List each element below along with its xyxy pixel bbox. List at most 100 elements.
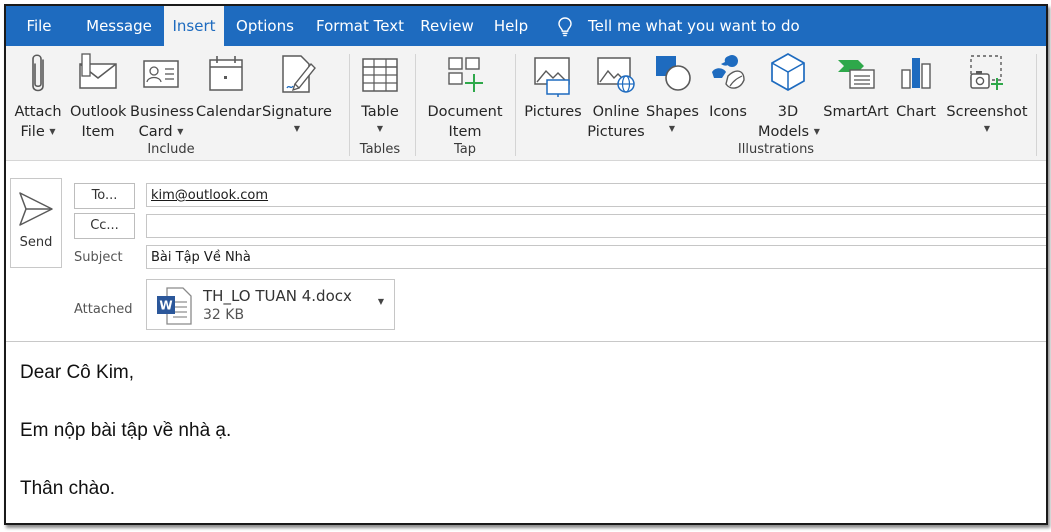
group-separator: [349, 54, 350, 156]
shapes-button[interactable]: Shapes ▼: [646, 50, 699, 140]
to-button[interactable]: To...: [74, 183, 135, 209]
3d-models-label-1: 3D: [777, 104, 799, 120]
group-label-tables: Tables: [359, 142, 401, 157]
chevron-down-icon: ▼: [983, 124, 991, 133]
smartart-label: SmartArt: [823, 104, 889, 120]
document-item-label-1: Document: [427, 104, 503, 120]
shapes-icon: [656, 56, 691, 91]
group-label-include: Include: [147, 142, 195, 157]
business-card-icon: [143, 60, 179, 88]
cube-icon: [771, 53, 805, 91]
business-card-button[interactable]: Business Card ▼: [130, 50, 194, 140]
signature-button[interactable]: Signature ▼: [262, 50, 332, 140]
tab-help[interactable]: Help: [486, 6, 536, 46]
smartart-button[interactable]: SmartArt: [822, 50, 890, 140]
signature-label: Signature: [262, 104, 332, 120]
bar-chart-icon: [901, 58, 931, 89]
word-letter: W: [159, 299, 172, 313]
chart-button[interactable]: Chart: [892, 50, 940, 140]
attachment-size: 32 KB: [203, 307, 245, 323]
signature-pen-icon: [282, 55, 316, 93]
cc-button[interactable]: Cc...: [74, 213, 135, 239]
body-greeting: Dear Cô Kim,: [20, 362, 135, 383]
tab-options[interactable]: Options: [228, 6, 302, 46]
chevron-down-icon: ▼: [177, 127, 184, 136]
picture-icon: [534, 57, 570, 97]
icons-button[interactable]: Icons: [702, 50, 754, 140]
business-card-label-1: Business: [130, 104, 194, 120]
chevron-down-icon: ▼: [49, 127, 56, 136]
outlook-item-button[interactable]: Outlook Item: [70, 50, 126, 140]
online-pictures-label-2: Pictures: [587, 124, 645, 140]
group-separator: [415, 54, 416, 156]
compose-header: Send To... kim@outlook.com Cc... Subject…: [6, 161, 1046, 341]
group-label-tap: Tap: [453, 142, 476, 157]
calendar-label: Calendar: [196, 104, 262, 120]
paperclip-icon: [32, 54, 44, 92]
outlook-item-label-2: Item: [81, 124, 115, 140]
subject-field[interactable]: Bài Tập Về Nhà: [146, 245, 1046, 269]
smartart-icon: [838, 60, 875, 89]
chevron-down-icon: ▼: [813, 127, 820, 136]
chevron-down-icon: ▼: [376, 124, 384, 133]
screenshot-button[interactable]: Screenshot ▼: [944, 50, 1030, 140]
online-pictures-label-1: Online: [592, 104, 640, 120]
attach-file-button[interactable]: Attach File ▼: [12, 50, 64, 140]
business-card-label-2: Card: [138, 124, 173, 140]
send-button[interactable]: Send: [10, 178, 62, 268]
table-grid-icon: [362, 58, 398, 92]
subject-label: Subject: [74, 250, 123, 265]
tab-file[interactable]: File: [14, 6, 64, 46]
pictures-button[interactable]: Pictures: [524, 50, 582, 140]
table-label: Table: [361, 104, 399, 120]
table-button[interactable]: Table ▼: [354, 50, 406, 140]
word-document-icon: W: [155, 286, 193, 330]
3d-models-label-2: Models: [758, 124, 810, 140]
chevron-down-icon: ▼: [293, 124, 301, 133]
header-body-divider: [6, 341, 1046, 342]
send-arrow-icon: [19, 192, 53, 226]
body-closing: Thân chào.: [20, 478, 116, 499]
group-label-illustrations: Illustrations: [737, 142, 815, 157]
tab-format-text[interactable]: Format Text: [308, 6, 412, 46]
attachment-name: TH_LO TUAN 4.docx: [203, 287, 352, 305]
outlook-item-label-1: Outlook: [70, 104, 127, 120]
icons-label: Icons: [709, 104, 747, 120]
cc-field[interactable]: [146, 214, 1046, 238]
attach-file-label-1: Attach: [14, 104, 62, 120]
attachment-item[interactable]: W TH_LO TUAN 4.docx 32 KB ▼: [146, 279, 395, 330]
shapes-label: Shapes: [646, 104, 699, 120]
group-separator: [1036, 54, 1037, 156]
online-pictures-button[interactable]: Online Pictures: [586, 50, 646, 140]
message-body[interactable]: Dear Cô Kim, Em nộp bài tập về nhà ạ. Th…: [20, 362, 1020, 523]
screenshot-camera-icon: [970, 55, 1003, 90]
chart-label: Chart: [896, 104, 936, 120]
screenshot-label: Screenshot: [946, 104, 1028, 120]
3d-models-button[interactable]: 3D Models ▼: [758, 50, 820, 140]
to-field[interactable]: kim@outlook.com: [146, 183, 1046, 207]
calendar-button[interactable]: Calendar: [196, 50, 262, 140]
document-item-button[interactable]: Document Item: [424, 50, 506, 140]
tab-message[interactable]: Message: [78, 6, 160, 46]
chevron-down-icon[interactable]: ▼: [378, 297, 384, 306]
lightbulb-icon: [558, 17, 572, 41]
attached-label: Attached: [74, 302, 133, 317]
group-separator: [515, 54, 516, 156]
body-line: Em nộp bài tập về nhà ạ.: [20, 420, 232, 441]
chevron-down-icon: ▼: [668, 124, 676, 133]
tab-insert[interactable]: Insert: [164, 6, 224, 46]
pictures-label: Pictures: [524, 104, 582, 120]
ribbon-insert: Attach File ▼ Outlook Item Business Card: [6, 46, 1046, 161]
attach-file-label-2: File: [20, 124, 45, 140]
outlook-compose-window: File Message Insert Options Format Text …: [4, 4, 1048, 525]
icons-gallery-icon: [712, 55, 745, 89]
recipient-address[interactable]: kim@outlook.com: [151, 188, 268, 203]
menu-bar: File Message Insert Options Format Text …: [6, 6, 1046, 46]
envelope-icon: [79, 53, 117, 89]
tell-me-search[interactable]: Tell me what you want to do: [588, 6, 800, 46]
send-label: Send: [19, 235, 53, 250]
document-item-label-2: Item: [448, 124, 482, 140]
calendar-icon: [209, 56, 243, 91]
document-item-icon: [448, 57, 483, 92]
tab-review[interactable]: Review: [416, 6, 478, 46]
